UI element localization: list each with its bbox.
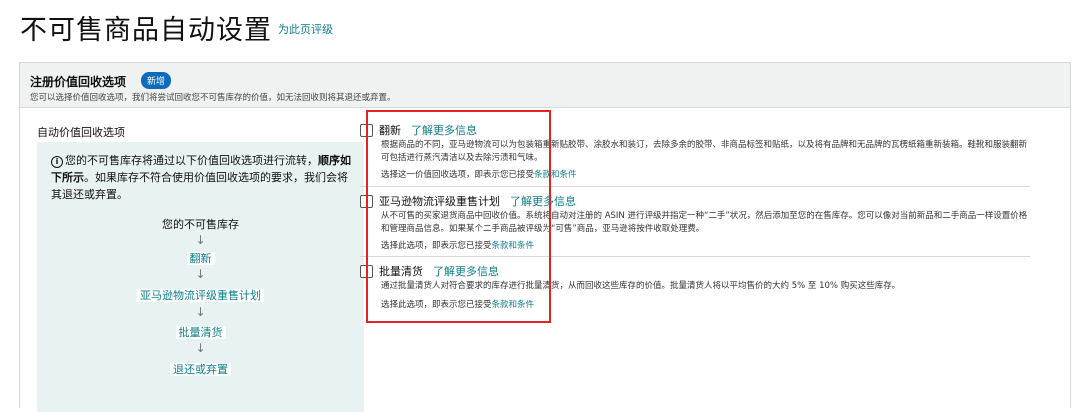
rate-page-link[interactable]: 为此页评级 (278, 21, 333, 37)
panel-header: 注册价值回收选项 新增 您可以选择价值回收选项，我们将尝试回收您不可售库存的价值… (20, 63, 1070, 108)
liquidation-title: 批量清货 (379, 265, 423, 278)
flow-step-return-dispose-label[interactable]: 退还或弃置 (170, 363, 231, 376)
divider (360, 186, 1030, 187)
flow-step-liquidation-label[interactable]: 批量清货 (175, 326, 226, 339)
terms-acceptance: 选择此选项，即表示您已接受条款和条件 (381, 298, 534, 310)
terms-link[interactable]: 条款和条件 (492, 241, 535, 251)
auto-recovery-label: 自动价值回收选项 (37, 126, 125, 139)
flow-intro-text: 您的不可售库存将通过以下价值回收选项进行流转， (65, 154, 318, 167)
option-title: 亚马逊物流评级重售计划 了解更多信息 (379, 193, 576, 209)
learn-more-link[interactable]: 了解更多信息 (510, 195, 576, 208)
flow-intro: i 您的不可售库存将通过以下价值回收选项进行流转，顺序如下所示。如果库存不符合使用… (51, 152, 356, 203)
flow-step-graded-resell[interactable]: 亚马逊物流评级重售计划 (37, 287, 364, 303)
option-description: 通过批量清货人对符合要求的库存进行批量清货，从而回收这些库存的价值。批量清货人将… (381, 281, 901, 291)
flow-arrow-icon: ↓ (195, 341, 206, 355)
panel-title: 注册价值回收选项 (30, 75, 127, 89)
info-icon: i (51, 156, 63, 168)
terms-link[interactable]: 条款和条件 (534, 170, 577, 180)
new-badge: 新增 (141, 72, 172, 89)
terms-prefix: 选择这一价值回收选项，即表示您已接受 (381, 170, 535, 180)
option-description: 根据商品的不同，亚马逊物流可以为包装箱重新贴胶带、涂胶水和装订，去除多余的胶带、… (381, 140, 1028, 163)
graded-resell-title: 亚马逊物流评级重售计划 (379, 195, 500, 208)
flow-diagram: i 您的不可售库存将通过以下价值回收选项进行流转，顺序如下所示。如果库存不符合使用… (37, 142, 364, 412)
refurbish-checkbox[interactable] (360, 124, 373, 137)
divider (360, 256, 1030, 257)
refurbish-title: 翻新 (379, 124, 401, 137)
panel-description: 您可以选择价值回收选项，我们将尝试回收您不可售库存的价值，如无法回收则将其退还或… (30, 93, 396, 103)
learn-more-link[interactable]: 了解更多信息 (433, 265, 499, 278)
flow-intro-suffix: 。如果库存不符合使用价值回收选项的要求，我们会将其退还或弃置。 (51, 171, 348, 201)
flow-arrow-icon: ↓ (195, 267, 206, 281)
flow-step-inventory: 您的不可售库存 (162, 218, 239, 231)
flow-step-graded-resell-label[interactable]: 亚马逊物流评级重售计划 (137, 289, 264, 302)
flow-step-liquidation[interactable]: 批量清货 (37, 324, 364, 340)
flow-step-refurbish-label[interactable]: 翻新 (186, 252, 215, 265)
flow-step-return-dispose[interactable]: 退还或弃置 (37, 361, 364, 377)
terms-link[interactable]: 条款和条件 (492, 300, 535, 310)
liquidation-checkbox[interactable] (360, 265, 373, 278)
learn-more-link[interactable]: 了解更多信息 (411, 124, 477, 137)
terms-prefix: 选择此选项，即表示您已接受 (381, 300, 492, 310)
flow-arrow-icon: ↓ (195, 233, 206, 247)
flow-arrow-icon: ↓ (195, 305, 206, 319)
page-title: 不可售商品自动设置 (20, 15, 272, 46)
option-description: 从不可售的买家退货商品中回收价值。系统将自动对注册的 ASIN 进行评级并指定一… (381, 211, 1028, 234)
option-title: 翻新 了解更多信息 (379, 122, 477, 138)
terms-acceptance: 选择这一价值回收选项，即表示您已接受条款和条件 (381, 168, 577, 180)
flow-step-refurbish[interactable]: 翻新 (37, 250, 364, 266)
graded-resell-checkbox[interactable] (360, 195, 373, 208)
option-title: 批量清货 了解更多信息 (379, 263, 499, 279)
terms-acceptance: 选择此选项，即表示您已接受条款和条件 (381, 239, 534, 251)
terms-prefix: 选择此选项，即表示您已接受 (381, 241, 492, 251)
